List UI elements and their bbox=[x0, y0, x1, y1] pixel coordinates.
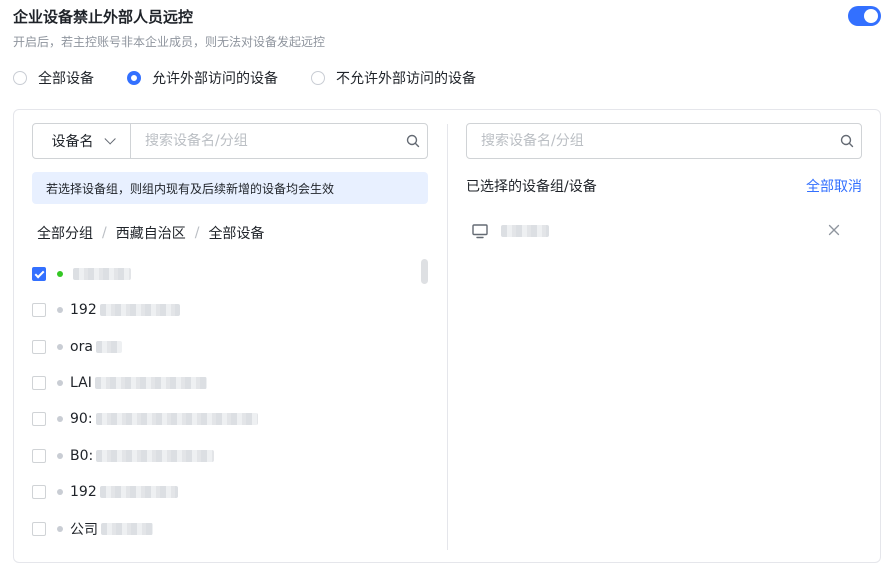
select-label: 设备名 bbox=[51, 134, 94, 150]
device-row[interactable]: 192 bbox=[32, 482, 178, 502]
radio-all-devices[interactable]: 全部设备 bbox=[13, 68, 94, 88]
redacted-device-name bbox=[95, 413, 258, 425]
left-search-box: 设备名 bbox=[32, 123, 428, 159]
left-search-input[interactable] bbox=[131, 133, 399, 149]
page-title: 企业设备禁止外部人员远控 bbox=[13, 8, 194, 26]
checkbox[interactable] bbox=[32, 303, 46, 317]
checkbox[interactable] bbox=[32, 522, 46, 536]
monitor-icon bbox=[472, 224, 488, 239]
remote-control-toggle[interactable] bbox=[848, 6, 881, 26]
device-name-prefix: LAI bbox=[70, 375, 92, 391]
search-icon[interactable] bbox=[399, 124, 427, 158]
radio-allow-external[interactable]: 允许外部访问的设备 bbox=[127, 68, 278, 88]
search-field-select[interactable]: 设备名 bbox=[33, 124, 131, 158]
device-name-prefix: ora bbox=[70, 339, 93, 355]
device-name-prefix: 192 bbox=[70, 484, 97, 500]
offline-status-dot bbox=[57, 453, 63, 459]
offline-status-dot bbox=[57, 380, 63, 386]
radio-circle bbox=[13, 71, 27, 85]
checkbox[interactable] bbox=[32, 412, 46, 426]
chevron-down-icon bbox=[103, 133, 116, 145]
breadcrumb-item[interactable]: 西藏自治区 bbox=[116, 223, 186, 243]
redacted-device-name bbox=[73, 268, 131, 280]
device-name-prefix: B0: bbox=[70, 448, 94, 464]
redacted-device-name bbox=[101, 523, 153, 535]
offline-status-dot bbox=[57, 344, 63, 350]
breadcrumb-item: 全部设备 bbox=[208, 226, 265, 242]
radio-circle-checked bbox=[127, 71, 141, 85]
breadcrumb-item[interactable]: 全部分组 bbox=[37, 223, 93, 243]
redacted-device-name bbox=[95, 341, 122, 353]
checkbox[interactable] bbox=[32, 449, 46, 463]
checkbox[interactable] bbox=[32, 340, 46, 354]
panel-divider bbox=[447, 124, 448, 550]
online-status-dot bbox=[57, 271, 63, 277]
device-name-prefix: 192 bbox=[70, 302, 97, 318]
device-name-prefix: 90: bbox=[70, 411, 93, 427]
device-scope-radio-group: 全部设备 允许外部访问的设备 不允许外部访问的设备 bbox=[13, 66, 509, 90]
device-row[interactable]: B0: bbox=[32, 446, 215, 466]
page-subtitle: 开启后，若主控账号非本企业成员，则无法对设备发起远控 bbox=[13, 35, 326, 49]
selected-title: 已选择的设备组/设备 bbox=[466, 179, 597, 195]
offline-status-dot bbox=[57, 489, 63, 495]
selected-header: 已选择的设备组/设备 全部取消 bbox=[466, 176, 862, 196]
selected-device-item bbox=[466, 220, 862, 242]
redacted-device-name bbox=[501, 225, 549, 237]
redacted-device-name bbox=[99, 486, 178, 498]
device-row[interactable]: 90: bbox=[32, 409, 258, 429]
checkbox[interactable] bbox=[32, 376, 46, 390]
offline-status-dot bbox=[57, 307, 63, 313]
redacted-device-name bbox=[99, 304, 180, 316]
breadcrumb-separator: / bbox=[102, 225, 107, 241]
device-row[interactable] bbox=[32, 264, 131, 284]
right-search-input[interactable] bbox=[467, 133, 833, 149]
breadcrumb-separator: / bbox=[194, 225, 200, 241]
redacted-device-name bbox=[96, 450, 215, 462]
device-row[interactable]: LAI bbox=[32, 373, 207, 393]
checkbox-checked[interactable] bbox=[32, 267, 46, 281]
offline-status-dot bbox=[57, 416, 63, 422]
device-name-prefix: 公司 bbox=[70, 522, 98, 538]
device-row[interactable]: ora bbox=[32, 337, 122, 357]
search-icon[interactable] bbox=[833, 124, 861, 158]
radio-label: 允许外部访问的设备 bbox=[152, 71, 278, 87]
close-icon[interactable] bbox=[826, 222, 842, 238]
radio-label: 全部设备 bbox=[38, 71, 94, 87]
radio-deny-external[interactable]: 不允许外部访问的设备 bbox=[311, 68, 476, 88]
clear-all-button[interactable]: 全部取消 bbox=[806, 176, 862, 196]
device-row[interactable]: 192 bbox=[32, 300, 180, 320]
offline-status-dot bbox=[57, 526, 63, 532]
checkbox[interactable] bbox=[32, 485, 46, 499]
toggle-knob bbox=[864, 9, 878, 23]
list-scrollbar[interactable] bbox=[421, 259, 428, 284]
right-search-box bbox=[466, 123, 862, 159]
radio-circle bbox=[311, 71, 325, 85]
radio-label: 不允许外部访问的设备 bbox=[336, 71, 476, 87]
redacted-device-name bbox=[94, 377, 207, 389]
device-row[interactable]: 公司 bbox=[32, 519, 153, 539]
breadcrumb: 全部分组 / 西藏自治区 / 全部设备 bbox=[37, 223, 264, 243]
group-selection-info: 若选择设备组，则组内现有及后续新增的设备均会生效 bbox=[32, 172, 428, 204]
